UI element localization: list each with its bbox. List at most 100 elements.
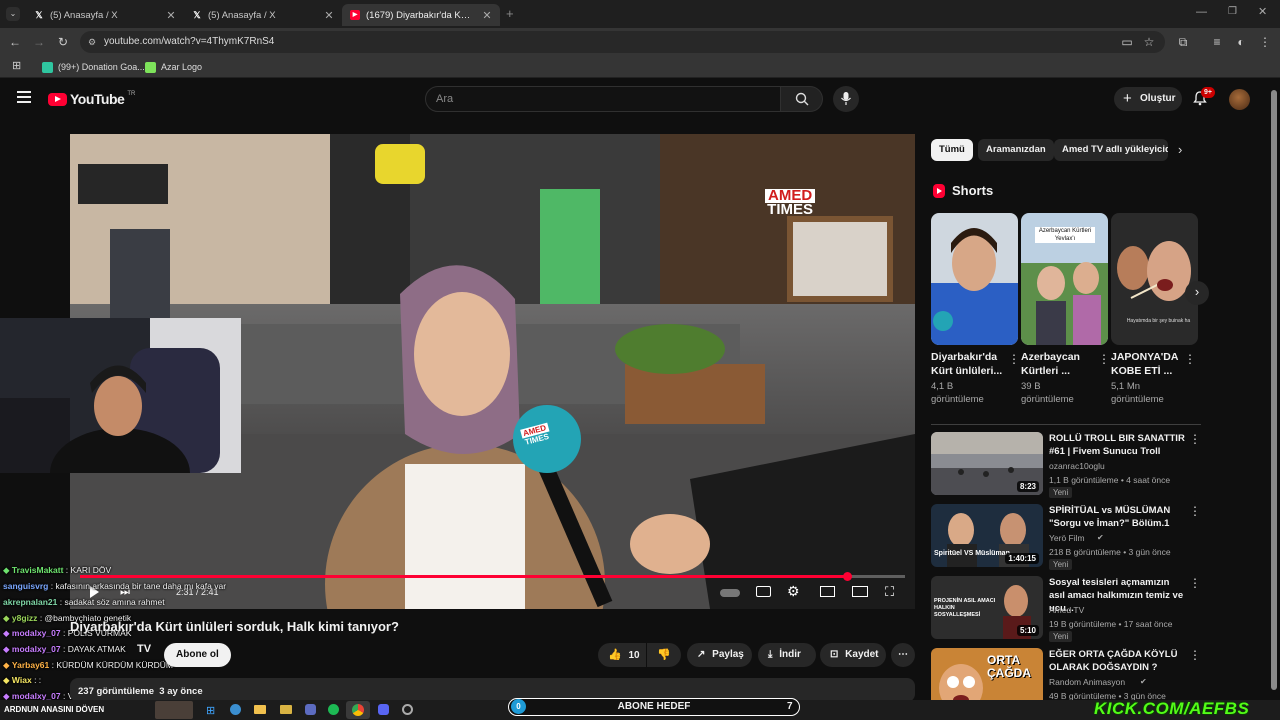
chevron-right-icon[interactable]: › [1178, 142, 1182, 157]
explorer-icon[interactable] [280, 705, 292, 714]
dislike-button[interactable]: 👎 [647, 643, 681, 667]
short-thumbnail[interactable]: Azerbaycan Kürtleri Yevlax'ı [1021, 213, 1108, 345]
app-icon[interactable] [402, 704, 413, 715]
extensions-icon[interactable]: ⧉ [1176, 35, 1190, 49]
related-video-item[interactable]: 8:23 ROLLÜ TROLL BIR SANATTIR #61 | Five… [931, 432, 1201, 498]
app-icon[interactable] [305, 704, 316, 715]
settings-gear-icon[interactable]: ⚙ [787, 583, 800, 600]
channel-name[interactable]: Random Animasyon [1049, 677, 1125, 687]
save-playlist-icon: ⊡ [830, 649, 839, 660]
chat-message: ◆ TravisMakatt : KARI DÖV [3, 565, 111, 576]
video-thumbnail[interactable]: PROJENİN ASIL AMACI HALKIN SOSYALLEŞMESİ… [931, 576, 1043, 639]
bookmark-item[interactable]: Azar Logo [145, 60, 202, 74]
windows-start-icon[interactable]: ⊞ [206, 704, 215, 717]
views-and-date: 237 görüntüleme 3 ay önce [78, 686, 203, 697]
hamburger-menu-icon[interactable] [17, 91, 31, 103]
site-info-icon[interactable]: ⚙ [88, 31, 96, 53]
minimize-icon[interactable]: — [1196, 6, 1207, 18]
chat-message: ◆ Wiax : : [3, 675, 41, 686]
goal-target: 7 [787, 701, 793, 712]
scrollbar-thumb[interactable] [1271, 90, 1277, 690]
progress-bar[interactable] [80, 572, 905, 581]
video-thumbnail[interactable]: Spiritüel VS Müslüman 1:40:15 [931, 504, 1043, 567]
short-item[interactable]: Azerbaycan Kürtleri Yevlax'ı Azerbaycan … [1021, 213, 1110, 406]
more-vert-icon[interactable]: ⋮ [1184, 352, 1196, 366]
cast-icon[interactable]: ▭ [1120, 35, 1134, 49]
theater-mode-icon[interactable] [852, 586, 868, 597]
bookmark-item[interactable]: (99+) Donation Goa... [42, 60, 145, 74]
chrome-taskbar-item[interactable] [346, 701, 370, 719]
notification-count-badge: 9+ [1201, 87, 1215, 98]
avatar[interactable] [1229, 89, 1250, 110]
download-button[interactable]: ⤓ İndir [758, 643, 816, 667]
short-thumbnail[interactable]: Hayatımda bir şey buinak ha [1111, 213, 1198, 345]
menu-icon[interactable]: ⋮ [1258, 35, 1272, 49]
reading-list-icon[interactable]: ≡ [1210, 35, 1224, 49]
video-thumbnail[interactable]: 8:23 [931, 432, 1043, 495]
more-vert-icon[interactable]: ⋮ [1008, 352, 1020, 366]
save-button[interactable]: ⊡ Kaydet [820, 643, 886, 667]
close-icon[interactable]: ✕ [164, 9, 178, 22]
subscribe-button[interactable]: Abone ol [164, 643, 231, 667]
autoplay-toggle[interactable] [720, 589, 740, 597]
browser-tab[interactable]: 𝕏 (5) Anasayfa / X ✕ [26, 4, 184, 26]
short-item[interactable]: Hayatımda bir şey buinak ha JAPONYA'DA K… [1111, 213, 1198, 406]
apps-grid-icon[interactable]: ⊞ [12, 59, 21, 72]
browser-tab[interactable]: 𝕏 (5) Anasayfa / X ✕ [184, 4, 342, 26]
address-bar[interactable]: ⚙ youtube.com/watch?v=4ThymK7RnS4 [80, 31, 1165, 53]
edge-icon[interactable] [230, 704, 241, 715]
discord-icon[interactable] [378, 704, 389, 715]
youtube-logo[interactable]: YouTube TR [48, 91, 135, 107]
search-input[interactable]: Ara [425, 86, 781, 112]
more-vert-icon[interactable]: ⋮ [1189, 648, 1201, 662]
spotify-icon[interactable] [328, 704, 339, 715]
video-title[interactable]: EĞER ORTA ÇAĞDA KÖYLÜ OLARAK DOĞSAYDIN ? [1049, 648, 1185, 674]
close-icon[interactable]: ✕ [480, 9, 494, 22]
x-logo-icon: 𝕏 [35, 10, 43, 20]
chip-all[interactable]: Tümü [931, 139, 973, 161]
profile-icon[interactable]: ◐ [1234, 35, 1248, 49]
more-vert-icon[interactable]: ⋮ [1189, 576, 1201, 590]
create-button[interactable]: + Oluştur [1114, 87, 1182, 111]
share-button[interactable]: ↗ Paylaş [687, 643, 752, 667]
fullscreen-icon[interactable]: ⛶ [885, 584, 894, 600]
miniplayer-icon[interactable] [820, 586, 835, 597]
search-button[interactable] [781, 86, 823, 112]
more-vert-icon[interactable]: ⋮ [1098, 352, 1110, 366]
chip-from-search[interactable]: Aramanızdan [978, 139, 1054, 161]
more-vert-icon[interactable]: ⋮ [1189, 504, 1201, 518]
short-thumbnail[interactable] [931, 213, 1018, 345]
close-icon[interactable]: ✕ [322, 9, 336, 22]
forward-icon[interactable]: → [32, 35, 46, 49]
new-tab-icon[interactable]: + [506, 6, 514, 21]
bookmark-star-icon[interactable]: ☆ [1142, 35, 1156, 49]
restore-icon[interactable]: ❐ [1228, 6, 1237, 17]
like-button[interactable]: 👍 10 [598, 643, 646, 667]
related-video-item[interactable]: Spiritüel VS Müslüman 1:40:15 SPİRİTÜAL … [931, 504, 1201, 570]
channel-name[interactable]: Amed TV [1049, 605, 1084, 615]
tab-search-icon[interactable]: ⌄ [6, 7, 20, 21]
channel-name[interactable]: Yerö Film [1049, 533, 1085, 543]
shorts-next-button[interactable]: › [1185, 281, 1209, 305]
subtitles-icon[interactable] [756, 586, 771, 597]
page-scrollbar[interactable] [1271, 86, 1277, 698]
chat-text: : kafasının arkasında bir tane daha mı k… [50, 581, 227, 591]
more-actions-button[interactable]: ⋯ [891, 643, 915, 667]
reload-icon[interactable]: ↻ [56, 35, 70, 49]
chat-username: akrepnalan21 [3, 597, 58, 607]
browser-tab-active[interactable]: ▶ (1679) Diyarbakır'da Kürt ünlüle ✕ [342, 4, 500, 26]
video-title[interactable]: ROLLÜ TROLL BIR SANATTIR #61 | Fivem Sun… [1049, 432, 1185, 458]
back-icon[interactable]: ← [8, 35, 22, 49]
more-vert-icon[interactable]: ⋮ [1189, 432, 1201, 446]
voice-search-button[interactable] [833, 86, 859, 112]
notifications-button[interactable]: 9+ [1193, 87, 1215, 109]
file-explorer-icon[interactable] [254, 705, 266, 714]
video-title[interactable]: SPİRİTÜAL vs MÜSLÜMAN "Sorgu ve İman?" B… [1049, 504, 1185, 530]
tab-title: (1679) Diyarbakır'da Kürt ünlüle [366, 9, 474, 21]
short-item[interactable]: Diyarbakır'da Kürt ünlüleri... 4,1 B gör… [931, 213, 1020, 406]
related-video-item[interactable]: PROJENİN ASIL AMACI HALKIN SOSYALLEŞMESİ… [931, 576, 1201, 642]
region-code: TR [127, 91, 136, 97]
channel-name[interactable]: ozanrac10oglu [1049, 461, 1105, 471]
close-window-icon[interactable]: ✕ [1258, 5, 1267, 18]
chip-from-uploader[interactable]: Amed TV adlı yükleyiciden [1054, 139, 1168, 161]
